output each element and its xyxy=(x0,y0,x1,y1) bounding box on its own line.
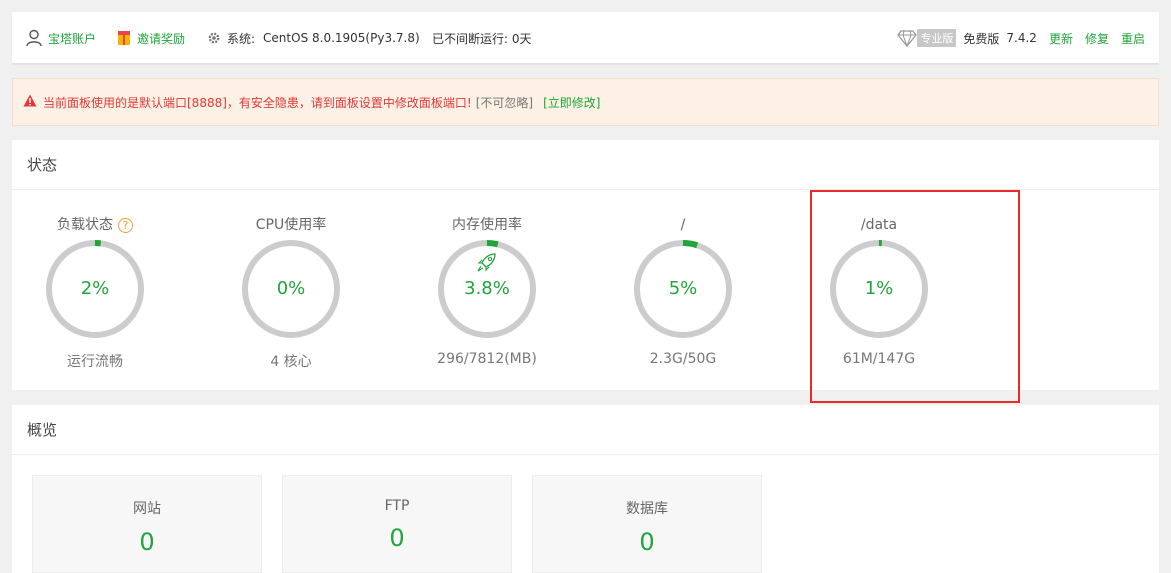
warning-icon xyxy=(23,94,37,110)
gauge-value: 2% xyxy=(80,278,110,299)
card-label: FTP xyxy=(384,498,410,514)
gauge-value: 5% xyxy=(668,278,698,299)
gauge-title-text: / xyxy=(680,217,686,233)
status-panel: 状态 负载状态 ? 2% 运行流畅 CPU使用率 0% 4 核心 内存使用率 3… xyxy=(12,140,1159,403)
edition-label: 免费版 xyxy=(963,31,1000,46)
diamond-icon xyxy=(897,29,918,47)
gauge-subtext: 4 核心 xyxy=(270,354,312,370)
gauge-subtext: 运行流畅 xyxy=(67,354,123,370)
gauge-memory[interactable]: 内存使用率 3.8% 296/7812(MB) xyxy=(427,214,547,367)
account-label[interactable]: 宝塔账户 xyxy=(48,30,96,47)
card-value[interactable]: 0 xyxy=(33,528,261,556)
pro-badge[interactable]: 专业版 xyxy=(917,29,957,47)
gift-icon xyxy=(117,30,131,46)
overview-panel: 概览 网站 0 FTP 0 数据库 0 xyxy=(12,405,1159,573)
gauge-load[interactable]: 负载状态 ? 2% 运行流畅 xyxy=(35,214,155,371)
gauge-disk-root[interactable]: / 5% 2.3G/50G xyxy=(623,214,743,367)
account-link[interactable]: 宝塔账户 xyxy=(26,12,96,64)
gauge-title-text: 负载状态 xyxy=(57,217,113,233)
gauge-title: / xyxy=(623,214,743,236)
system-label: 系统: xyxy=(227,31,256,46)
gauge-title: 内存使用率 xyxy=(427,214,547,236)
gauge-value: 0% xyxy=(276,278,306,299)
version-number: 7.4.2 xyxy=(1006,31,1037,45)
gauge-ring: 5% xyxy=(633,239,733,339)
security-alert: 当前面板使用的是默认端口[8888]，有安全隐患，请到面板设置中修改面板端口! … xyxy=(12,78,1159,126)
restart-button[interactable]: 重启 xyxy=(1121,30,1145,47)
system-info: 系统: CentOS 8.0.1905(Py3.7.8) xyxy=(207,12,420,64)
gauge-title: 负载状态 ? xyxy=(35,214,155,236)
overview-card-website[interactable]: 网站 0 xyxy=(32,475,262,573)
gauge-subtext: 296/7812(MB) xyxy=(437,351,537,367)
alert-fix-link[interactable]: [立即修改] xyxy=(543,94,600,111)
gauge-ring: 3.8% xyxy=(437,239,537,339)
update-button[interactable]: 更新 xyxy=(1049,30,1073,47)
gear-icon xyxy=(207,31,221,45)
gauge-title-text: CPU使用率 xyxy=(255,217,327,233)
gauge-value: 3.8% xyxy=(464,278,510,299)
gauge-subtext: 2.3G/50G xyxy=(649,351,717,367)
card-label: 网站 xyxy=(133,501,161,517)
card-label: 数据库 xyxy=(626,501,668,517)
version-area: 专业版 免费版 7.4.2 更新 修复 重启 xyxy=(890,12,1145,64)
card-value[interactable]: 0 xyxy=(283,524,511,552)
uptime: 已不间断运行: 0天 xyxy=(432,31,532,46)
gauge-title: CPU使用率 xyxy=(231,214,351,236)
overview-card-ftp[interactable]: FTP 0 xyxy=(282,475,512,573)
user-icon xyxy=(26,29,42,47)
overview-card-database[interactable]: 数据库 0 xyxy=(532,475,762,573)
help-icon[interactable]: ? xyxy=(118,217,133,233)
top-bar: 宝塔账户 邀请奖励 系统: CentOS 8.0.1905(Py3.7.8) 已… xyxy=(12,12,1159,64)
invite-label[interactable]: 邀请奖励 xyxy=(137,30,185,47)
highlight-box xyxy=(810,190,1020,403)
repair-button[interactable]: 修复 xyxy=(1085,30,1109,47)
status-title: 状态 xyxy=(12,140,1159,190)
overview-title: 概览 xyxy=(12,405,1159,455)
gauge-ring: 2% xyxy=(45,239,145,339)
gauge-cpu[interactable]: CPU使用率 0% 4 核心 xyxy=(231,214,351,371)
alert-message: 当前面板使用的是默认端口[8888]，有安全隐患，请到面板设置中修改面板端口! xyxy=(43,95,472,110)
gauge-ring: 0% xyxy=(241,239,341,339)
card-value[interactable]: 0 xyxy=(533,528,761,556)
system-value: CentOS 8.0.1905(Py3.7.8) xyxy=(263,31,420,45)
gauge-title-text: 内存使用率 xyxy=(452,217,522,233)
invite-link[interactable]: 邀请奖励 xyxy=(117,12,185,64)
alert-ignore-label: [不可忽略] xyxy=(475,95,534,110)
